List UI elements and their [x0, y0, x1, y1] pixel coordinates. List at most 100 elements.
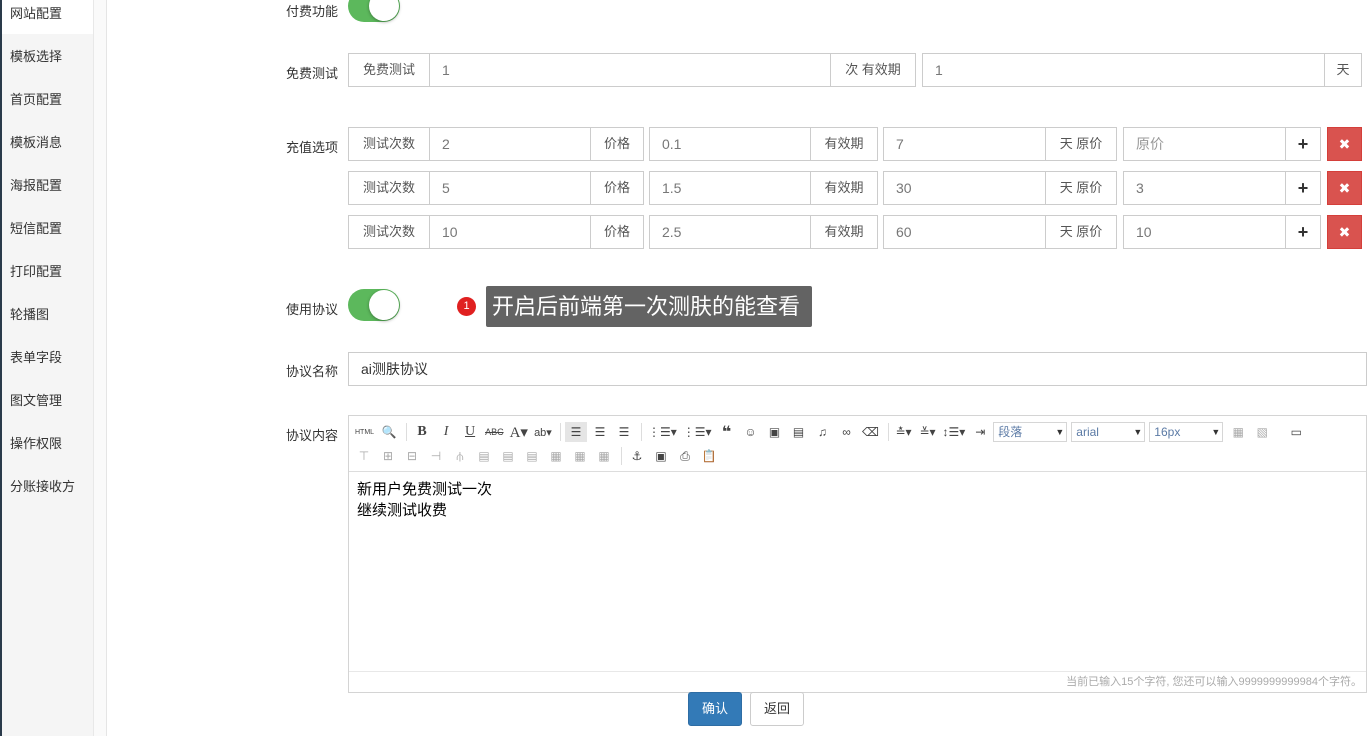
italic-icon[interactable]: I	[435, 422, 457, 442]
recharge-validity-addon: 有效期	[810, 215, 878, 249]
sidebar-item-home-config[interactable]: 首页配置	[2, 86, 93, 120]
anchor-icon[interactable]: ⚓	[626, 446, 648, 466]
align-left-icon[interactable]: ☰	[564, 422, 587, 442]
word-count: 当前已输入15个字符, 您还可以输入9999999999984个字符。	[349, 671, 1366, 692]
delete-row-button[interactable]: ✖	[1327, 215, 1362, 249]
video-icon[interactable]: ▤	[788, 422, 810, 442]
highlight-icon[interactable]: ab▾	[532, 422, 554, 442]
recharge-count-input[interactable]: 10	[429, 215, 591, 249]
underline-icon[interactable]: U	[459, 422, 481, 442]
delete-col-icon[interactable]: ⊣	[425, 446, 447, 466]
tooltip-badge: 1	[457, 297, 476, 316]
recharge-validity-input[interactable]: 30	[883, 171, 1046, 205]
paid-feature-toggle[interactable]	[348, 0, 400, 22]
sidebar-item-template-select[interactable]: 模板选择	[2, 43, 93, 77]
insert-row-above-icon[interactable]: ⊤	[353, 446, 375, 466]
paragraph-select[interactable]: 段落 ▼	[993, 422, 1068, 442]
split-cell-icon[interactable]: ⫛	[449, 446, 471, 466]
font-color-icon[interactable]: A▾	[508, 422, 530, 442]
agreement-toggle[interactable]	[348, 289, 400, 321]
font-size-select[interactable]: 16px ▼	[1149, 422, 1224, 442]
toolbar-separator	[559, 423, 561, 441]
split-rows-icon[interactable]: ▦	[545, 446, 567, 466]
sidebar-item-carousel[interactable]: 轮播图	[2, 301, 93, 335]
link-icon[interactable]: ∞	[836, 422, 858, 442]
sidebar-item-article-manage[interactable]: 图文管理	[2, 387, 93, 421]
sidebar-item-permissions[interactable]: 操作权限	[2, 430, 93, 464]
recharge-count-addon: 测试次数	[348, 171, 430, 205]
html-source-icon[interactable]: HTML	[353, 422, 376, 442]
fullscreen-icon[interactable]: ▭	[1285, 422, 1307, 442]
sidebar-item-print-config[interactable]: 打印配置	[2, 258, 93, 292]
recharge-price-input[interactable]: 1.5	[649, 171, 811, 205]
add-row-button[interactable]: +	[1285, 215, 1321, 249]
recharge-orig-input[interactable]: 10	[1123, 215, 1286, 249]
recharge-validity-input[interactable]: 7	[883, 127, 1046, 161]
eraser-icon[interactable]: ⌫	[860, 422, 882, 442]
add-row-button[interactable]: +	[1285, 127, 1321, 161]
agreement-content-label: 协议内容	[286, 428, 339, 443]
merge-down-icon[interactable]: ▤	[521, 446, 543, 466]
insert-col-icon[interactable]: ⊟	[401, 446, 423, 466]
free-test-mid-addon: 次 有效期	[830, 53, 916, 87]
agreement-tooltip: 开启后前端第一次测肤的能查看	[486, 286, 813, 327]
page-break-icon[interactable]: ▣	[650, 446, 672, 466]
bold-icon[interactable]: B	[411, 422, 433, 442]
toolbar-separator	[887, 423, 889, 441]
row-spacing-top-icon[interactable]: ≛▾	[893, 422, 915, 442]
preview-icon[interactable]: 🔍	[378, 422, 400, 442]
free-test-validity-input[interactable]: 1	[922, 53, 1325, 87]
sidebar-item-poster-config[interactable]: 海报配置	[2, 172, 93, 206]
add-row-button[interactable]: +	[1285, 171, 1321, 205]
recharge-orig-addon: 天 原价	[1045, 171, 1117, 205]
recharge-validity-input[interactable]: 60	[883, 215, 1046, 249]
image-icon[interactable]: ▣	[764, 422, 786, 442]
sidebar-item-form-fields[interactable]: 表单字段	[2, 344, 93, 378]
merge-right-icon[interactable]: ▤	[497, 446, 519, 466]
recharge-count-addon: 测试次数	[348, 127, 430, 161]
sidebar-item-sms-config[interactable]: 短信配置	[2, 215, 93, 249]
insert-row-icon[interactable]: ⊞	[377, 446, 399, 466]
delete-row-button[interactable]: ✖	[1327, 127, 1362, 161]
delete-row-button[interactable]: ✖	[1327, 171, 1362, 205]
table-props-icon[interactable]: ▦	[593, 446, 615, 466]
indent-icon[interactable]: ⇥	[969, 422, 991, 442]
font-family-select[interactable]: arial ▼	[1071, 422, 1146, 442]
blockquote-icon[interactable]: ❝	[716, 422, 738, 442]
agreement-name-input[interactable]: ai测肤协议	[348, 352, 1367, 386]
emoji-icon[interactable]: ☺	[740, 422, 762, 442]
merge-cells-icon[interactable]: ▧	[1251, 422, 1273, 442]
music-icon[interactable]: ♫	[812, 422, 834, 442]
chevron-down-icon: ▼	[1133, 427, 1143, 437]
paste-icon[interactable]: 📋	[698, 446, 720, 466]
confirm-button[interactable]: 确认	[688, 692, 742, 726]
recharge-price-input[interactable]: 2.5	[649, 215, 811, 249]
recharge-count-input[interactable]: 2	[429, 127, 591, 161]
sidebar-item-site-config[interactable]: 网站配置	[2, 0, 93, 34]
unordered-list-icon[interactable]: ⋮☰▾	[681, 422, 714, 442]
ordered-list-icon[interactable]: ⋮☰▾	[646, 422, 679, 442]
strikethrough-icon[interactable]: ABC	[483, 422, 506, 442]
sidebar: 网站配置 模板选择 首页配置 模板消息 海报配置 短信配置 打印配置 轮播图 表…	[2, 0, 93, 736]
recharge-price-input[interactable]: 0.1	[649, 127, 811, 161]
sidebar-item-template-message[interactable]: 模板消息	[2, 129, 93, 163]
table-icon[interactable]: ▦	[1227, 422, 1249, 442]
delete-table-icon[interactable]: ▤	[473, 446, 495, 466]
align-right-icon[interactable]: ☰	[613, 422, 635, 442]
recharge-price-addon: 价格	[590, 215, 644, 249]
recharge-count-input[interactable]: 5	[429, 171, 591, 205]
print-icon[interactable]: ⎙	[674, 446, 696, 466]
toggle-knob	[369, 290, 399, 320]
recharge-orig-input[interactable]: 原价	[1123, 127, 1286, 161]
recharge-validity-addon: 有效期	[810, 171, 878, 205]
row-spacing-bottom-icon[interactable]: ≚▾	[917, 422, 939, 442]
recharge-orig-input[interactable]: 3	[1123, 171, 1286, 205]
back-button[interactable]: 返回	[750, 692, 804, 726]
sidebar-item-split-receiver[interactable]: 分账接收方	[2, 473, 93, 507]
split-cols-icon[interactable]: ▦	[569, 446, 591, 466]
editor-content[interactable]: 新用户免费测试一次 继续测试收费	[357, 479, 492, 521]
toolbar-row-2: ⊤ ⊞ ⊟ ⊣ ⫛ ▤ ▤ ▤ ▦ ▦ ▦ ⚓ ▣ ⎙ 📋	[353, 444, 722, 468]
line-height-icon[interactable]: ↕☰▾	[941, 422, 968, 442]
align-center-icon[interactable]: ☰	[589, 422, 611, 442]
free-test-count-input[interactable]: 1	[429, 53, 831, 87]
